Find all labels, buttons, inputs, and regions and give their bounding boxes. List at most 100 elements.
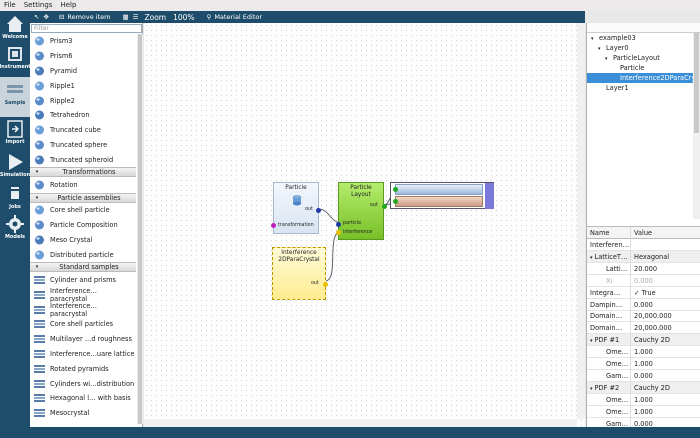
property-row[interactable]: Gam… 0.000: [587, 369, 700, 382]
palette-item[interactable]: Prism6: [30, 49, 136, 64]
tree-item[interactable]: Layer1: [598, 83, 693, 93]
property-value[interactable]: 1.000: [632, 394, 700, 406]
interference-out-port[interactable]: [323, 282, 328, 287]
property-value[interactable]: 1.000: [632, 358, 700, 370]
tree-item[interactable]: ▾ Layer0: [598, 43, 693, 53]
layer1-bar[interactable]: [395, 196, 483, 207]
property-row[interactable]: Integra… ✓ True: [587, 286, 700, 299]
nav-instrument-button[interactable]: Instrument: [0, 41, 31, 81]
property-row[interactable]: Ome… 1.000: [587, 393, 700, 406]
property-value[interactable]: Hexagonal: [632, 251, 700, 263]
palette-item[interactable]: Core shell particles: [30, 317, 136, 332]
layout-particle-port[interactable]: [336, 222, 341, 227]
property-row[interactable]: Domain… 20,000.000: [587, 310, 700, 323]
property-value[interactable]: ✓ True: [632, 287, 700, 299]
palette-scrollbar[interactable]: [137, 34, 143, 424]
layout-out-port[interactable]: [382, 204, 387, 209]
property-value[interactable]: [632, 239, 700, 251]
tree-scrollbar[interactable]: [693, 33, 700, 219]
layer0-in-port[interactable]: [393, 187, 398, 192]
material-editor-button[interactable]: ⚲ Material Editor: [207, 13, 262, 21]
property-row[interactable]: ▾ LatticeT… Hexagonal: [587, 250, 700, 263]
select-tool-button[interactable]: ↖: [34, 13, 39, 21]
property-row[interactable]: Ome… 1.000: [587, 405, 700, 418]
property-name: ▾ PDF #1: [587, 334, 631, 347]
palette-item[interactable]: Truncated sphere: [30, 138, 136, 153]
property-row[interactable]: Ome… 1.000: [587, 346, 700, 359]
palette-item[interactable]: Interference… paracrystal: [30, 302, 136, 318]
palette-item[interactable]: Truncated cube: [30, 123, 136, 138]
palette-group-header[interactable]: ▾ Transformations: [30, 167, 136, 178]
palette-item[interactable]: Meso Crystal: [30, 233, 136, 248]
property-value[interactable]: 1.000: [632, 346, 700, 358]
tree-scroll-thumb[interactable]: [694, 33, 699, 133]
palette-item[interactable]: Interference… paracrystal: [30, 287, 136, 303]
canvas-vertical-scrollbar[interactable]: [577, 23, 585, 419]
layout-interference-port[interactable]: [336, 230, 341, 235]
tree-item[interactable]: ▾ ParticleLayout: [605, 53, 693, 63]
layer1-in-port[interactable]: [393, 199, 398, 204]
palette-item[interactable]: Cylinder and prisms: [30, 273, 136, 288]
multilayer-node[interactable]: [390, 182, 494, 209]
property-row[interactable]: Domain… 20,000.000: [587, 322, 700, 335]
grid-view-button[interactable]: ▦: [123, 13, 129, 21]
palette-item[interactable]: Mesocrystal: [30, 406, 136, 421]
property-value[interactable]: 0.000: [632, 275, 700, 287]
property-value[interactable]: Cauchy 2D: [632, 334, 700, 346]
zoom-control[interactable]: Zoom 100%: [144, 13, 194, 22]
tree-item[interactable]: Interference2DParaCrystal: [587, 73, 700, 83]
interference-node[interactable]: Interference 2DParaCrystal out: [272, 247, 328, 300]
palette-item[interactable]: Tetrahedron: [30, 108, 136, 123]
palette-item[interactable]: Hexagonal l… with basis: [30, 391, 136, 406]
palette-item[interactable]: Ripple1: [30, 78, 136, 93]
menu-file[interactable]: File: [4, 0, 16, 11]
palette-item[interactable]: Truncated spheroid: [30, 152, 136, 167]
palette-item[interactable]: Prism3: [30, 34, 136, 49]
pan-tool-button[interactable]: ✥: [43, 13, 48, 21]
property-row[interactable]: Ome… 1.000: [587, 358, 700, 370]
property-value[interactable]: 20.000: [632, 263, 700, 275]
layer0-bar[interactable]: [395, 184, 483, 195]
remove-item-button[interactable]: ⊟ Remove item: [59, 13, 111, 21]
palette-item[interactable]: Rotated pyramids: [30, 362, 136, 377]
property-row[interactable]: ▾ PDF #2 Cauchy 2D: [587, 381, 700, 394]
property-row[interactable]: Dampin… 0.000: [587, 298, 700, 311]
palette-group-header[interactable]: ▾ Particle assemblies: [30, 192, 136, 203]
property-row[interactable]: ▾ PDF #1 Cauchy 2D: [587, 334, 700, 347]
palette-item[interactable]: Distributed particle: [30, 247, 136, 262]
property-value[interactable]: 20,000.000: [632, 322, 700, 334]
nav-models-button[interactable]: Models: [0, 211, 30, 251]
palette-item[interactable]: Ripple2: [30, 93, 136, 108]
property-value[interactable]: 0.000: [632, 299, 700, 311]
palette-item[interactable]: Pyramid: [30, 64, 136, 79]
palette-scroll-thumb[interactable]: [138, 34, 142, 424]
tree-item[interactable]: ▾ example03: [591, 33, 693, 43]
palette-item[interactable]: Interference…uare lattice: [30, 347, 136, 362]
property-row[interactable]: Xi 0.000: [587, 274, 700, 287]
palette-item[interactable]: Particle Composition: [30, 218, 136, 233]
particle-node[interactable]: Particle out transformation: [271, 182, 321, 234]
nav-sample-button[interactable]: Sample: [0, 77, 30, 117]
tree-item[interactable]: Particle: [612, 63, 693, 73]
palette-filter-input[interactable]: Filter: [31, 24, 142, 33]
palette-item[interactable]: Rotation: [30, 178, 136, 193]
palette-group-header[interactable]: ▾ Standard samples: [30, 262, 136, 273]
property-value[interactable]: 1.000: [632, 406, 700, 418]
property-value[interactable]: Cauchy 2D: [632, 382, 700, 394]
palette-item[interactable]: Cylinders wi…distribution: [30, 376, 136, 391]
list-view-button[interactable]: ☰: [133, 13, 139, 21]
multilayer-handle[interactable]: [485, 183, 494, 209]
particle-out-port[interactable]: [316, 208, 321, 213]
particle-transformation-port[interactable]: [271, 223, 276, 228]
particle-layout-node[interactable]: Particle Layout out particle interference: [336, 182, 387, 240]
property-row[interactable]: Interferen…: [587, 239, 700, 251]
menu-settings[interactable]: Settings: [24, 0, 53, 11]
property-value[interactable]: 20,000.000: [632, 310, 700, 322]
palette-item[interactable]: Core shell particle: [30, 203, 136, 218]
palette-item[interactable]: Multilayer …d roughness: [30, 332, 136, 347]
canvas-horizontal-scrollbar[interactable]: [144, 419, 577, 427]
sample-design-canvas[interactable]: Particle out transformation Particle Layo…: [144, 23, 585, 427]
menu-help[interactable]: Help: [60, 0, 76, 11]
property-value[interactable]: 0.000: [632, 370, 700, 382]
property-row[interactable]: Latti… 20.000: [587, 262, 700, 275]
